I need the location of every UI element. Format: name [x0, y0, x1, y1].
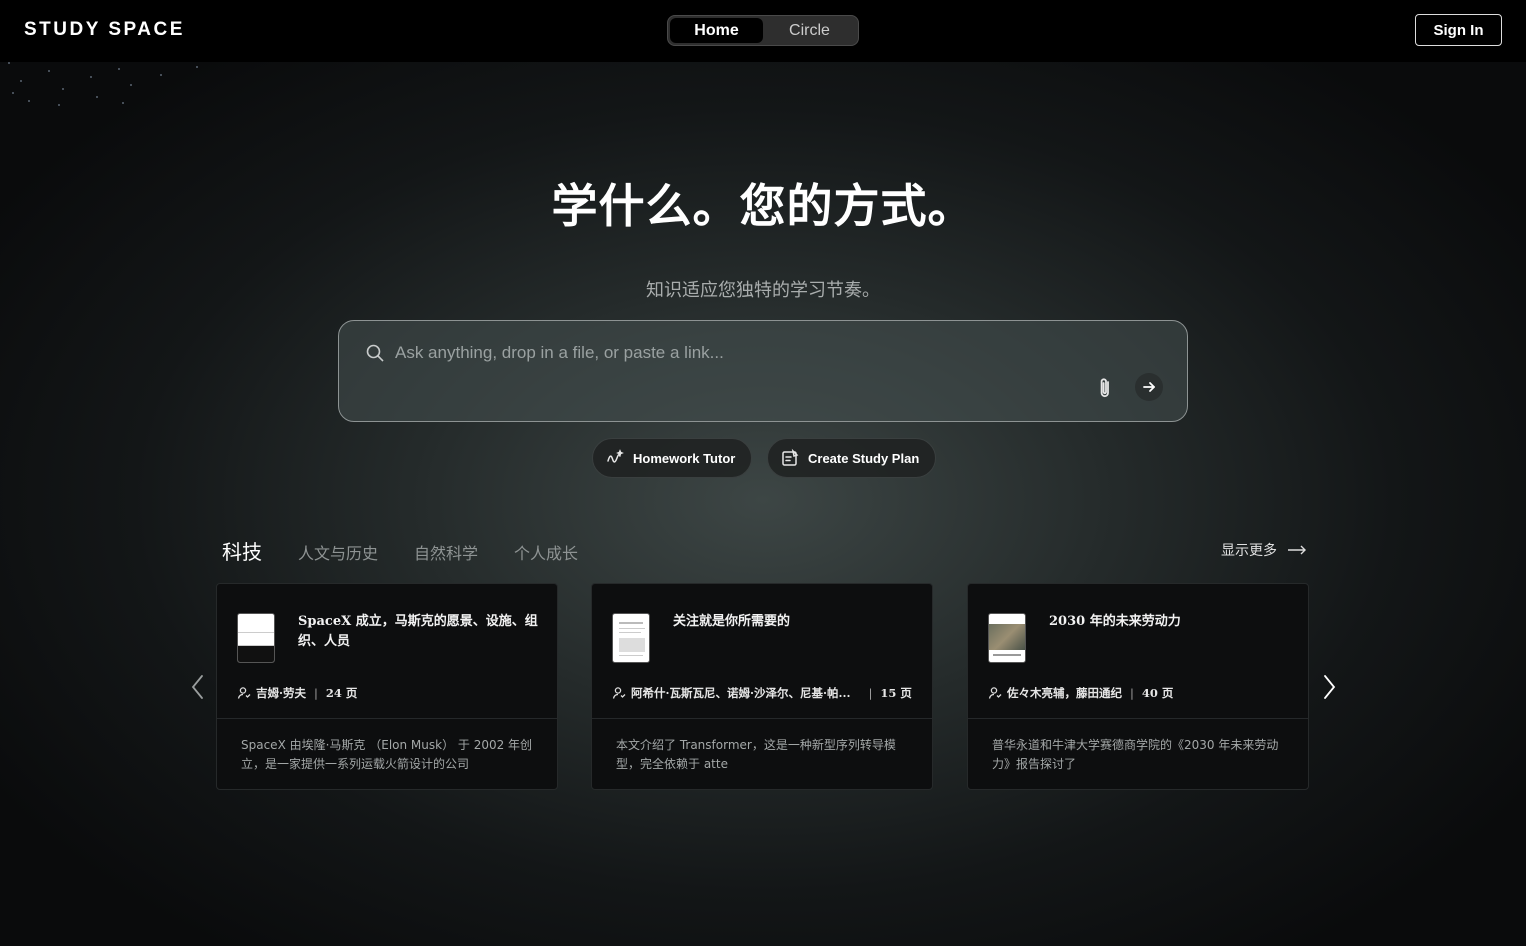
card-meta: 阿希什·瓦斯瓦尼、诺姆·沙泽尔、尼基·帕... | 15 页: [612, 685, 922, 701]
document-thumbnail: [612, 613, 650, 663]
search-input[interactable]: [395, 339, 1045, 367]
search-icon: [366, 344, 384, 362]
card-description: SpaceX 由埃隆·马斯克 （Elon Musk） 于 2002 年创立，是一…: [241, 738, 533, 771]
card-divider: [968, 718, 1308, 719]
nav-segmented-control: Home Circle: [667, 15, 859, 46]
study-plan-icon: [782, 448, 799, 466]
user-icon: [988, 687, 1002, 699]
meta-separator: |: [868, 686, 873, 700]
meta-separator: |: [1130, 686, 1134, 700]
chip-label: Homework Tutor: [633, 450, 736, 466]
card-divider: [592, 718, 932, 719]
card-author: 吉姆·劳夫: [256, 686, 307, 700]
card-divider: [217, 718, 557, 719]
document-thumbnail: [988, 613, 1026, 663]
tab-circle[interactable]: Circle: [763, 18, 856, 43]
card-meta: 吉姆·劳夫 | 24 页: [237, 685, 547, 701]
card-pages: 24 页: [325, 686, 358, 700]
card-meta: 佐々木亮辅，藤田通纪 | 40 页: [988, 685, 1298, 701]
tab-natural-science[interactable]: 自然科学: [414, 540, 478, 564]
create-study-plan-chip[interactable]: Create Study Plan: [767, 438, 937, 478]
card-title: 2030 年的未来劳动力: [1049, 614, 1181, 629]
user-icon: [612, 687, 626, 699]
tab-humanities-history[interactable]: 人文与历史: [298, 540, 378, 564]
tab-home[interactable]: Home: [670, 18, 763, 43]
tab-technology[interactable]: 科技: [222, 536, 262, 565]
homework-tutor-chip[interactable]: Homework Tutor: [592, 438, 753, 478]
user-icon: [237, 687, 251, 699]
hero-subtitle: 知识适应您独特的学习节奏。: [646, 280, 880, 301]
chip-label: Create Study Plan: [808, 450, 920, 466]
carousel-next-icon[interactable]: [1317, 672, 1341, 702]
show-more-label: 显示更多: [1221, 543, 1277, 559]
tutor-icon: [607, 449, 624, 463]
card-author: 佐々木亮辅，藤田通纪: [1007, 686, 1122, 700]
card-description: 本文介绍了 Transformer，这是一种新型序列转导模型，完全依赖于 att…: [616, 738, 896, 771]
carousel-prev-icon[interactable]: [186, 672, 210, 702]
card-description: 普华永道和牛津大学赛德商学院的《2030 年未来劳动力》报告探讨了: [992, 738, 1279, 771]
category-tabs: 科技 人文与历史 自然科学 个人成长: [222, 536, 614, 565]
card-pages: 40 页: [1141, 686, 1174, 700]
card-title: 关注就是你所需要的: [673, 614, 791, 629]
top-bar: STUDY SPACE Home Circle Sign In: [0, 0, 1526, 62]
long-arrow-right-icon: [1288, 545, 1306, 555]
document-card[interactable]: 2030 年的未来劳动力 佐々木亮辅，藤田通纪 | 40 页 普华永道和牛津大学…: [967, 583, 1309, 790]
hero-title: 学什么。您的方式。: [551, 179, 975, 233]
arrow-right-icon: [1143, 382, 1155, 392]
tab-personal-growth[interactable]: 个人成长: [514, 540, 578, 564]
card-pages: 15 页: [880, 686, 912, 700]
logo: STUDY SPACE: [24, 19, 185, 40]
show-more-link[interactable]: 显示更多: [1221, 540, 1307, 560]
search-box: [338, 320, 1188, 422]
document-card[interactable]: SpaceX 成立，马斯克的愿景、设施、组织、人员 吉姆·劳夫 | 24 页 S…: [216, 583, 558, 790]
card-title: SpaceX 成立，马斯克的愿景、设施、组织、人员: [298, 614, 538, 649]
paperclip-icon[interactable]: [1093, 375, 1117, 401]
meta-separator: |: [314, 686, 318, 700]
document-card[interactable]: 关注就是你所需要的 阿希什·瓦斯瓦尼、诺姆·沙泽尔、尼基·帕... | 15 页…: [591, 583, 933, 790]
card-author: 阿希什·瓦斯瓦尼、诺姆·沙泽尔、尼基·帕...: [631, 686, 851, 700]
send-button[interactable]: [1135, 373, 1163, 401]
document-thumbnail: [237, 613, 275, 663]
sign-in-button[interactable]: Sign In: [1415, 14, 1502, 46]
